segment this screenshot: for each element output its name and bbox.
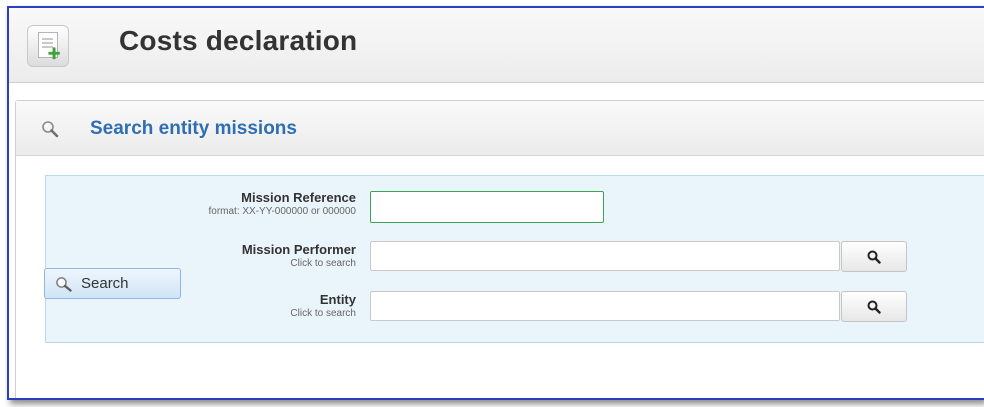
search-form: Mission Reference format: XX-YY-000000 o… [45,175,984,343]
search-icon [867,300,881,314]
page-header: + Costs declaration [9,8,984,83]
mission-reference-input[interactable] [370,191,604,223]
mission-performer-search-button[interactable] [841,241,907,272]
mission-reference-label: Mission Reference format: XX-YY-000000 o… [46,190,356,218]
mission-performer-label: Mission Performer Click to search [46,242,356,270]
add-document-icon: + [27,25,69,67]
entity-input[interactable] [370,291,840,321]
magnifier-icon [56,276,72,292]
mission-reference-label-text: Mission Reference [241,190,356,205]
mission-reference-hint: format: XX-YY-000000 or 000000 [208,206,356,217]
search-panel: Search entity missions Mission Reference… [15,100,984,398]
panel-header: Search entity missions [16,101,984,156]
window: + Costs declaration Search entity missio… [7,6,984,400]
mission-performer-label-text: Mission Performer [241,242,356,257]
panel-title: Search entity missions [90,118,297,139]
search-icon [867,250,881,264]
entity-search-button[interactable] [841,291,907,322]
magnifier-icon [42,121,59,138]
search-button[interactable]: Search [44,268,181,299]
page-title: Costs declaration [119,25,358,56]
search-button-label: Search [81,275,129,292]
mission-performer-input[interactable] [370,241,840,271]
entity-hint: Click to search [290,308,356,319]
